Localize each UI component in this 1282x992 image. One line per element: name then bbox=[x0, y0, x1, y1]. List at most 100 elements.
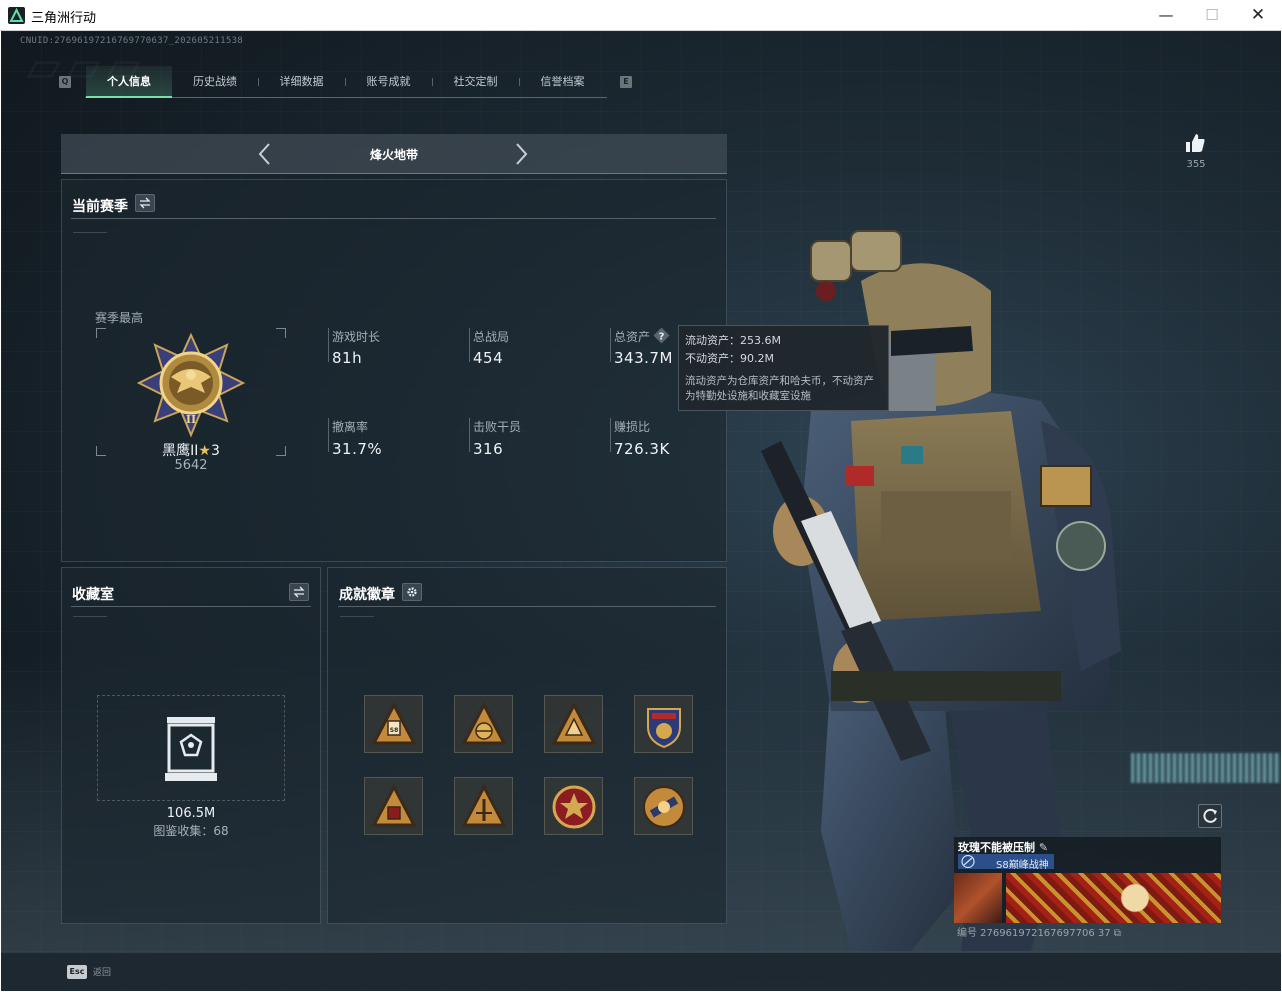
badge-7-icon bbox=[552, 785, 596, 829]
tab-prev-key-hint[interactable]: Q bbox=[59, 76, 71, 88]
tab-achievements[interactable]: 账号成就 bbox=[345, 66, 432, 98]
collection-value: 106.5M bbox=[166, 806, 216, 821]
stat-label-kills: 击败干员 bbox=[473, 420, 522, 434]
title-tag-text: S8巅峰战神 bbox=[996, 860, 1049, 871]
back-label[interactable]: 返回 bbox=[93, 965, 111, 978]
next-mode-arrow-icon[interactable] bbox=[511, 142, 531, 166]
player-name: 玫瑰不能被压制 ✎ bbox=[958, 839, 1048, 855]
minimize-button[interactable]: — bbox=[1143, 0, 1189, 31]
achievement-badge[interactable] bbox=[634, 695, 693, 753]
tab-personal-info[interactable]: 个人信息 bbox=[86, 66, 172, 98]
tab-reputation[interactable]: 信誉档案 bbox=[519, 66, 606, 98]
frame-corner bbox=[96, 328, 106, 338]
achievement-badge[interactable] bbox=[364, 777, 423, 835]
help-icon[interactable]: ? bbox=[653, 327, 670, 344]
esc-key-hint[interactable]: Esc bbox=[67, 965, 87, 979]
stat-divider bbox=[469, 328, 470, 362]
tooltip-note: 流动资产为仓库资产和哈夫币，不动资产为特勤处设施和收藏室设施 bbox=[685, 375, 874, 402]
player-id: 编号 276961972167697706 37 ⧉ bbox=[957, 924, 1121, 939]
collection-switch-button[interactable] bbox=[289, 583, 309, 601]
stat-label-matches: 总战局 bbox=[473, 330, 510, 344]
tab-social[interactable]: 社交定制 bbox=[432, 66, 519, 98]
divider bbox=[71, 606, 311, 607]
close-button[interactable]: ✕ bbox=[1235, 0, 1281, 31]
achievement-badge[interactable] bbox=[634, 777, 693, 835]
swap-icon bbox=[293, 586, 305, 598]
rank-name: 黑鹰II★3 bbox=[141, 440, 241, 460]
stat-divider bbox=[610, 328, 611, 362]
prev-mode-arrow-icon[interactable] bbox=[255, 142, 275, 166]
mode-title: 烽火地带 bbox=[369, 148, 418, 162]
badge-2-icon bbox=[461, 701, 507, 745]
thumbs-up-icon[interactable] bbox=[1184, 132, 1206, 154]
collection-title: 收藏室 bbox=[72, 587, 114, 603]
divider bbox=[340, 616, 374, 617]
svg-text:?: ? bbox=[659, 332, 665, 343]
edit-icon[interactable]: ✎ bbox=[1039, 841, 1048, 854]
background-lights bbox=[1131, 753, 1281, 783]
title-tag-icon bbox=[961, 855, 975, 868]
collection-count: 图鉴收集：68 bbox=[153, 824, 229, 838]
badge-6-icon bbox=[461, 783, 507, 827]
tab-history[interactable]: 历史战绩 bbox=[172, 66, 258, 98]
gear-icon bbox=[407, 587, 417, 597]
stat-divider bbox=[328, 328, 329, 362]
bottom-bar bbox=[1, 953, 1281, 991]
game-viewport: ▱▱▱ CNUID:27696197216769770637_202605211… bbox=[1, 31, 1281, 991]
stat-value-kills: 316 bbox=[473, 440, 504, 458]
stat-divider bbox=[469, 418, 470, 452]
stat-value-assets: 343.7M bbox=[614, 349, 673, 367]
tab-details[interactable]: 详细数据 bbox=[258, 66, 345, 98]
achievement-badge[interactable] bbox=[544, 777, 603, 835]
stat-label-assets: 总资产 bbox=[614, 330, 651, 344]
achievement-badge[interactable]: S8 bbox=[364, 695, 423, 753]
badge-5-icon bbox=[371, 783, 417, 827]
refresh-button[interactable] bbox=[1198, 804, 1222, 828]
copy-icon[interactable]: ⧉ bbox=[1114, 928, 1121, 939]
display-case-icon[interactable] bbox=[163, 715, 219, 783]
player-id-text: 编号 276961972167697706 37 bbox=[957, 928, 1111, 939]
player-card[interactable]: 玫瑰不能被压制 ✎ S8巅峰战神 bbox=[954, 837, 1221, 923]
window-titlebar: 三角洲行动 — ☐ ✕ bbox=[0, 0, 1282, 31]
stat-value-extraction-rate: 31.7% bbox=[332, 440, 383, 458]
badge-1-icon: S8 bbox=[371, 701, 417, 745]
svg-text:S8: S8 bbox=[390, 727, 399, 734]
star-icon: ★ bbox=[198, 443, 211, 459]
frame-corner bbox=[276, 446, 286, 456]
season-best-label: 赛季最高 bbox=[95, 311, 144, 325]
divider bbox=[71, 218, 716, 219]
achievement-badge[interactable] bbox=[454, 695, 513, 753]
window-title: 三角洲行动 bbox=[31, 11, 97, 26]
achievement-badge[interactable] bbox=[544, 695, 603, 753]
app-logo-icon bbox=[8, 7, 25, 24]
maximize-button[interactable]: ☐ bbox=[1189, 0, 1235, 31]
stat-value-profit-ratio: 726.3K bbox=[614, 440, 670, 458]
badge-4-icon bbox=[647, 708, 681, 749]
stat-label-profit-ratio: 赚损比 bbox=[614, 420, 651, 434]
divider bbox=[338, 606, 716, 607]
stat-divider bbox=[328, 418, 329, 452]
badge-3-icon bbox=[551, 701, 597, 745]
stat-value-playtime: 81h bbox=[332, 349, 363, 367]
tooltip-fixed-assets: 不动资产：90.2M bbox=[685, 352, 774, 365]
stat-value-matches: 454 bbox=[473, 349, 504, 367]
achievements-title: 成就徽章 bbox=[339, 587, 395, 603]
asset-tooltip: 流动资产：253.6M 不动资产：90.2M 流动资产为仓库资产和哈夫币，不动资… bbox=[678, 325, 889, 411]
refresh-icon bbox=[1203, 808, 1217, 823]
season-title: 当前赛季 bbox=[72, 199, 128, 215]
tooltip-liquid-assets: 流动资产：253.6M bbox=[685, 334, 781, 347]
divider bbox=[73, 232, 107, 233]
rank-score: 5642 bbox=[174, 458, 208, 473]
rank-badge-icon: II bbox=[136, 332, 246, 438]
divider bbox=[73, 616, 107, 617]
tab-next-key-hint[interactable]: E bbox=[620, 76, 632, 88]
stat-divider bbox=[610, 418, 611, 452]
achievements-settings-button[interactable] bbox=[402, 583, 422, 601]
player-name-text: 玫瑰不能被压制 bbox=[958, 841, 1035, 854]
achievement-badge[interactable] bbox=[454, 777, 513, 835]
swap-icon bbox=[139, 197, 151, 209]
season-switch-button[interactable] bbox=[135, 194, 155, 212]
stat-label-extraction-rate: 撤离率 bbox=[332, 420, 369, 434]
card-banner-image bbox=[1006, 873, 1221, 923]
badge-8-icon bbox=[643, 786, 685, 828]
